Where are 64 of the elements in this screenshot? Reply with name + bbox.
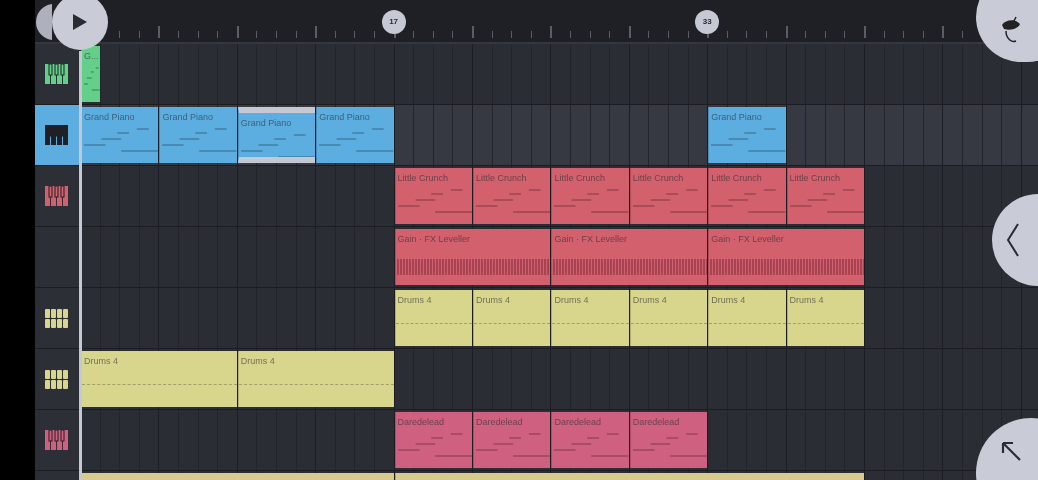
clip-label: Gain · FX Leveller [397, 233, 471, 246]
clip-label: Little Crunch [397, 172, 449, 185]
clip-label: Little Crunch [476, 172, 527, 185]
clip-label: Drums 4 [84, 355, 118, 368]
clip-label: Daredelead [397, 416, 445, 429]
pattern-clip[interactable]: Grand Piano [237, 107, 316, 163]
pattern-clip[interactable]: Drums 4 [551, 290, 629, 346]
clip-label: Gain · FX Leveller [711, 233, 784, 246]
pattern-clip[interactable]: Gain · FX Leveller [708, 229, 864, 285]
play-icon [72, 13, 88, 31]
piano-keys-icon [45, 186, 69, 206]
pattern-clip[interactable]: Drums 4 [237, 351, 394, 407]
pattern-clip[interactable]: Drums 4 [81, 351, 237, 407]
pattern-clip[interactable]: Little Crunch [786, 168, 864, 224]
pattern-clip[interactable]: Gain · FX Leveller [394, 229, 551, 285]
pattern-clip[interactable]: Drums 4 [629, 290, 708, 346]
chevron-left-icon [1006, 222, 1020, 258]
pattern-clip[interactable]: Daredelead [629, 412, 708, 468]
clip-label: Drums 4 [397, 294, 432, 307]
piano-keys-icon [45, 125, 69, 145]
clip-label: Little Crunch [632, 172, 684, 185]
pattern-clip[interactable]: Drums 4 [708, 290, 786, 346]
clip-label: Drums 4 [240, 355, 275, 368]
piano-keys-icon [45, 64, 69, 84]
clip-label: Little Crunch [554, 172, 605, 185]
pattern-clip[interactable]: Grand Piano [81, 107, 159, 163]
pattern-clip[interactable]: Little Crunch [629, 168, 708, 224]
piano-keys-icon [45, 430, 69, 450]
clip-label: Grand Piano [162, 111, 213, 124]
clip-label: Little Crunch [789, 172, 841, 185]
clip-label: Drums 4 [789, 294, 824, 307]
clip-label: Grand Piano [711, 111, 762, 124]
pattern-clip[interactable]: Drums 4 [473, 290, 551, 346]
pattern-clip[interactable]: Little Crunch [473, 168, 551, 224]
pattern-clip[interactable]: Grand Piano [159, 107, 237, 163]
pattern-clip[interactable]: Grand Piano [316, 107, 394, 163]
pattern-clip[interactable]: Daredelead [473, 412, 551, 468]
pattern-clip[interactable]: Daredelead [551, 412, 629, 468]
drum-pads-icon [45, 369, 69, 389]
pattern-clip[interactable]: Little Crunch [394, 168, 472, 224]
clip-label: Grand Piano [319, 111, 370, 124]
clip-label: Daredelead [554, 416, 601, 429]
clip-label: Grand Piano [84, 111, 135, 124]
pattern-clip[interactable]: Drums 4 [786, 290, 864, 346]
arrow-up-left-icon [1000, 440, 1022, 462]
pattern-clip[interactable]: Little Crunch [708, 168, 786, 224]
bar-marker[interactable]: 33 [695, 10, 720, 34]
clip-label: Drums 4 [554, 294, 589, 307]
clip-label: Gain · FX Leveller [554, 233, 627, 246]
pattern-clip[interactable]: Drums 4 [394, 290, 472, 346]
clip-label: Drums 4 [711, 294, 746, 307]
clip-label: Little Crunch [711, 172, 762, 185]
pattern-clip[interactable]: Gain · FX Leveller [551, 229, 708, 285]
drum-pads-icon [45, 308, 69, 328]
clip-label: Daredelead [632, 416, 680, 429]
clip-label: Drums 4 [476, 294, 510, 307]
clip-label: Drums 4 [632, 294, 667, 307]
pattern-clip[interactable]: Little Crunch [551, 168, 629, 224]
pattern-clip[interactable]: Grand Piano [708, 107, 786, 163]
clip-label: Grand Piano [240, 117, 292, 130]
clip-label: G... [84, 50, 99, 63]
clip-label: Daredelead [476, 416, 523, 429]
pattern-clip[interactable]: Daredelead [394, 412, 472, 468]
bar-marker[interactable]: 17 [381, 10, 406, 34]
